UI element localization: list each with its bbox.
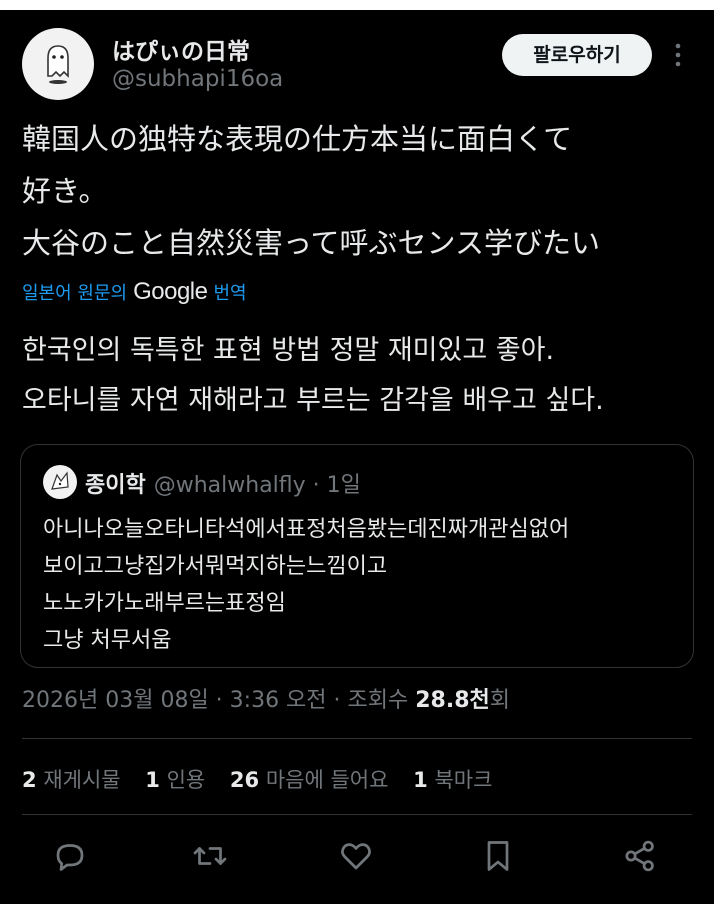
bookmarks-stat[interactable]: 1 북마크 — [413, 768, 492, 792]
bookmark-icon[interactable] — [480, 838, 520, 878]
translated-line: 한국인의 독특한 표현 방법 정말 재미있고 좋아. — [22, 335, 555, 366]
divider — [22, 738, 692, 739]
quote-line: 보이고그냥집가서뭐먹지하는느낌이고 — [43, 554, 388, 579]
more-options-icon[interactable] — [670, 40, 686, 70]
quote-author-name: 종이학 — [85, 473, 146, 498]
likes-stat[interactable]: 26 마음에 들어요 — [230, 768, 389, 792]
view-suffix: 회 — [489, 688, 511, 713]
engagement-stats: 2 재게시물 1 인용 26 마음에 들어요 1 북마크 — [22, 764, 510, 794]
ghost-avatar-icon — [47, 45, 69, 84]
tweet-text: 韓国人の独特な表現の仕方本当に面白くて 好き。 大谷のこと自然災害って呼ぶセンス… — [22, 113, 702, 269]
quote-line: 노노카가노래부르는표정임 — [43, 591, 286, 616]
tweet-line: 韓国人の独特な表現の仕方本当に面白くて — [22, 122, 573, 156]
quotes-stat[interactable]: 1 인용 — [145, 768, 205, 792]
tweet-line: 大谷のこと自然災害って呼ぶセンス学びたい — [22, 226, 600, 260]
google-logo: Google — [133, 278, 208, 305]
quote-header: 종이학 @whalwhalfly · 1일 — [85, 467, 361, 499]
translated-line: 오타니를 자연 재해라고 부르는 감각을 배우고 싶다. — [22, 385, 604, 416]
follow-button[interactable]: 팔로우하기 — [502, 34, 652, 76]
divider — [22, 814, 692, 815]
reply-icon[interactable] — [52, 838, 92, 878]
quote-author-handle: @whalwhalfly · 1일 — [153, 473, 361, 498]
quote-text: 아니나오늘오타니타석에서표정처음봤는데진짜개관심없어 보이고그냥집가서뭐먹지하는… — [43, 511, 683, 659]
retweet-icon[interactable] — [192, 838, 232, 878]
author-handle[interactable]: @subhapi16oa — [112, 66, 283, 92]
translation-prefix: 일본어 원문의 — [22, 283, 128, 304]
crane-avatar-icon — [51, 471, 69, 490]
tweet-line: 好き。 — [22, 174, 108, 208]
tweet-datetime[interactable]: 2026년 03월 08일 · 3:36 오전 · 조회수 — [22, 688, 415, 713]
translated-text: 한국인의 독특한 표현 방법 정말 재미있고 좋아. 오타니를 자연 재해라고 … — [22, 326, 702, 426]
author-avatar[interactable] — [22, 28, 94, 100]
tweet-meta: 2026년 03월 08일 · 3:36 오전 · 조회수 28.8천회 — [22, 682, 510, 714]
tweet-detail: はぴぃの日常 @subhapi16oa 팔로우하기 韓国人の独特な表現の仕方本当… — [0, 10, 714, 904]
share-icon[interactable] — [622, 838, 662, 878]
quote-line: 그냥 처무서움 — [43, 628, 172, 653]
view-count: 28.8천 — [415, 688, 490, 713]
translation-attribution[interactable]: 일본어 원문의 Google 번역 — [22, 278, 247, 306]
like-icon[interactable] — [338, 838, 378, 878]
quote-avatar — [43, 465, 77, 499]
reposts-stat[interactable]: 2 재게시물 — [22, 768, 121, 792]
author-name[interactable]: はぴぃの日常 — [112, 32, 250, 66]
translation-suffix: 번역 — [213, 283, 247, 304]
quote-line: 아니나오늘오타니타석에서표정처음봤는데진짜개관심없어 — [43, 517, 570, 542]
quoted-tweet[interactable]: 종이학 @whalwhalfly · 1일 아니나오늘오타니타석에서표정처음봤는데… — [20, 444, 694, 668]
